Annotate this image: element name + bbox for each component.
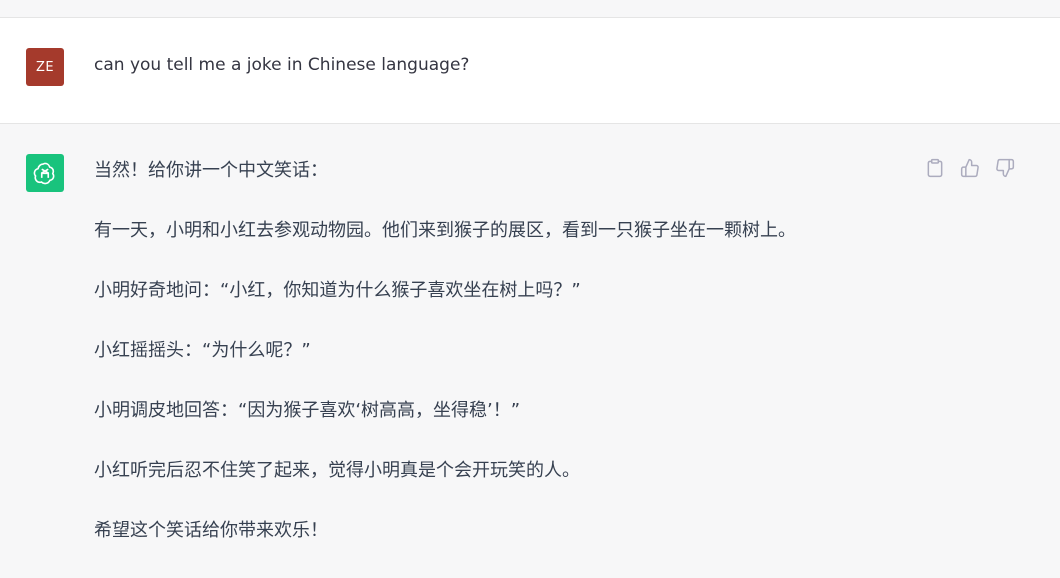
thumbs-up-button[interactable] <box>959 157 981 179</box>
message-actions <box>924 157 1016 179</box>
user-message-row: ZE can you tell me a joke in Chinese lan… <box>0 18 1060 124</box>
message-paragraph: 小明调皮地回答：“因为猴子喜欢‘树高高，坐得稳’！” <box>94 400 521 421</box>
message-paragraph: 小红摇摇头：“为什么呢？” <box>94 340 311 361</box>
user-message-text: can you tell me a joke in Chinese langua… <box>94 55 470 75</box>
copy-button[interactable] <box>924 157 946 179</box>
thumbs-down-icon <box>996 158 1015 178</box>
openai-logo-icon <box>33 162 55 185</box>
user-avatar: ZE <box>26 48 64 86</box>
clipboard-icon <box>927 158 943 178</box>
message-paragraph: 有一天，小明和小红去参观动物园。他们来到猴子的展区，看到一只猴子坐在一颗树上。 <box>94 220 796 241</box>
assistant-message-text: 当然！给你讲一个中文笑话： 有一天，小明和小红去参观动物园。他们来到猴子的展区，… <box>94 158 914 578</box>
message-paragraph: 希望这个笑话给你带来欢乐！ <box>94 520 328 541</box>
message-paragraph: 小红听完后忍不住笑了起来，觉得小明真是个会开玩笑的人。 <box>94 460 580 481</box>
message-paragraph: 当然！给你讲一个中文笑话： <box>94 160 328 181</box>
top-strip <box>0 0 1060 18</box>
thumbs-down-button[interactable] <box>994 157 1016 179</box>
assistant-message-row: 当然！给你讲一个中文笑话： 有一天，小明和小红去参观动物园。他们来到猴子的展区，… <box>0 124 1060 573</box>
message-paragraph: 小明好奇地问：“小红，你知道为什么猴子喜欢坐在树上吗？” <box>94 280 581 301</box>
assistant-avatar <box>26 154 64 192</box>
thumbs-up-icon <box>960 158 979 178</box>
